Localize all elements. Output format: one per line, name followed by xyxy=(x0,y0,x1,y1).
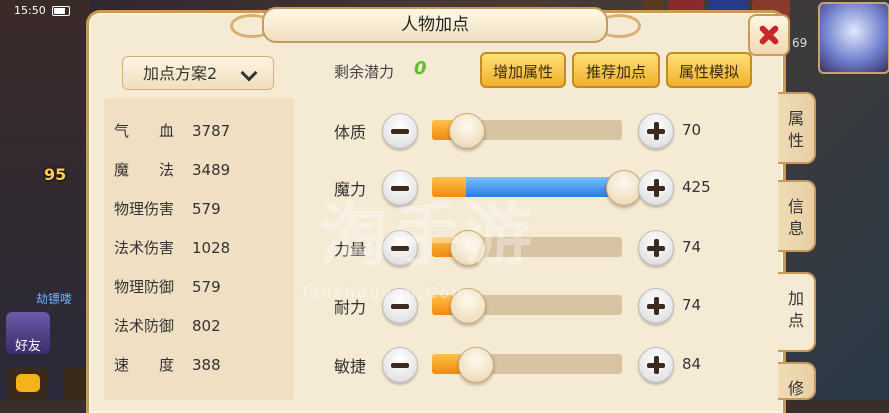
level-badge: 95 xyxy=(44,165,67,184)
scheme-select[interactable]: 加点方案2 xyxy=(122,56,274,90)
tab-label-char: 属 xyxy=(787,109,804,128)
minus-icon[interactable] xyxy=(382,347,418,383)
tab-1[interactable]: 信息 xyxy=(778,180,816,252)
page-title: 人物加点 xyxy=(262,7,608,43)
plus-icon[interactable] xyxy=(638,230,674,266)
plus-icon[interactable] xyxy=(638,113,674,149)
tab-label-char: 加 xyxy=(787,289,804,308)
attr-value: 74 xyxy=(682,296,702,314)
status-time: 15:50 xyxy=(14,4,46,17)
remaining-label: 剩余潜力 xyxy=(334,63,395,81)
close-icon[interactable] xyxy=(748,14,790,56)
attr-value: 74 xyxy=(682,238,702,256)
attr-value: 425 xyxy=(682,178,711,196)
minus-icon[interactable] xyxy=(382,113,418,149)
simulate-button[interactable]: 属性模拟 xyxy=(666,52,752,88)
tab-label-char: 点 xyxy=(787,311,804,330)
stat-row: 物理防御 579 xyxy=(114,278,221,296)
tab-label-char: 修 xyxy=(787,379,804,398)
stat-row: 法术伤害 1028 xyxy=(114,239,231,257)
add-attribute-button[interactable]: 增加属性 xyxy=(480,52,566,88)
stat-row: 魔 法 3489 xyxy=(114,161,231,179)
watermark-subtext: Taoshouyou.Com xyxy=(300,284,470,302)
attr-label: 敏捷 xyxy=(334,357,367,376)
attr-slider-knob[interactable] xyxy=(458,347,494,383)
plus-icon[interactable] xyxy=(638,170,674,206)
tab-0[interactable]: 属性 xyxy=(778,92,816,164)
attr-value: 84 xyxy=(682,355,702,373)
attr-slider-knob[interactable] xyxy=(448,113,485,149)
chat-icon[interactable] xyxy=(8,368,48,400)
tab-label-char: 息 xyxy=(787,219,804,238)
chevron-down-icon xyxy=(240,64,258,82)
plus-icon[interactable] xyxy=(638,347,674,383)
tab-label-char: 信 xyxy=(787,197,804,216)
attr-label: 体质 xyxy=(334,123,367,142)
tab-2[interactable]: 加点 xyxy=(778,272,816,352)
stat-row: 法术防御 802 xyxy=(114,317,221,335)
tab-label-char: 性 xyxy=(787,131,804,150)
stat-row: 气 血 3787 xyxy=(114,122,231,140)
watermark-text: 淘手游 xyxy=(320,197,537,276)
friend-button[interactable]: 好友 xyxy=(6,312,50,354)
side-quest-text[interactable]: 劫镖喽 xyxy=(36,290,72,307)
attr-slider-knob[interactable] xyxy=(606,170,643,206)
stats-list: 气 血 3787 魔 法 3489 物理伤害 579 法术伤害 1028 物理防御 579… xyxy=(104,98,294,400)
stat-row: 速 度 388 xyxy=(114,356,221,374)
stat-row: 物理伤害 579 xyxy=(114,200,221,218)
avatar-level: 69 xyxy=(792,36,808,50)
attr-value: 70 xyxy=(682,121,702,139)
tab-3[interactable]: 修 xyxy=(778,362,816,400)
battery-icon xyxy=(52,6,70,16)
avatar[interactable] xyxy=(818,2,889,74)
remaining-value: 0 xyxy=(414,58,427,79)
plus-icon[interactable] xyxy=(638,288,674,324)
recommend-button[interactable]: 推荐加点 xyxy=(572,52,660,88)
scheme-select-label: 加点方案2 xyxy=(143,64,218,83)
